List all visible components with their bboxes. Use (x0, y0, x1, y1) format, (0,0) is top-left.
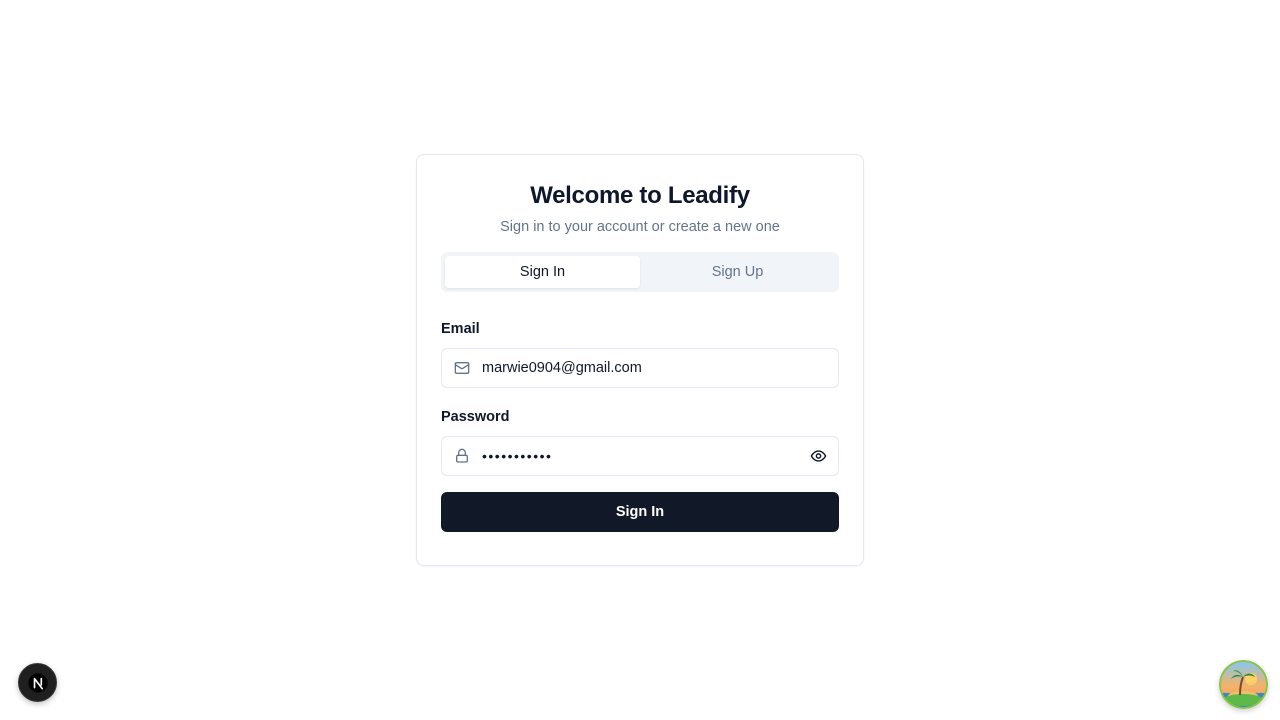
email-input[interactable] (442, 349, 838, 387)
email-field-wrapper (441, 348, 839, 388)
eye-icon[interactable] (810, 448, 827, 465)
sign-in-button[interactable]: Sign In (441, 492, 839, 532)
password-field-wrapper (441, 436, 839, 476)
page: Welcome to Leadify Sign in to your accou… (0, 0, 1280, 720)
page-title: Welcome to Leadify (530, 182, 750, 209)
auth-tabs: Sign In Sign Up (441, 252, 839, 292)
island-avatar-icon[interactable] (1219, 660, 1268, 709)
mail-icon (454, 360, 470, 376)
tab-sign-up[interactable]: Sign Up (640, 256, 835, 288)
tab-sign-in[interactable]: Sign In (445, 256, 640, 288)
page-subtitle: Sign in to your account or create a new … (500, 219, 780, 235)
auth-card: Welcome to Leadify Sign in to your accou… (416, 154, 864, 566)
password-label: Password (441, 409, 510, 425)
email-label: Email (441, 321, 480, 337)
password-input[interactable] (442, 437, 838, 475)
lock-icon (454, 448, 470, 464)
nextjs-logo-icon[interactable] (18, 663, 57, 702)
